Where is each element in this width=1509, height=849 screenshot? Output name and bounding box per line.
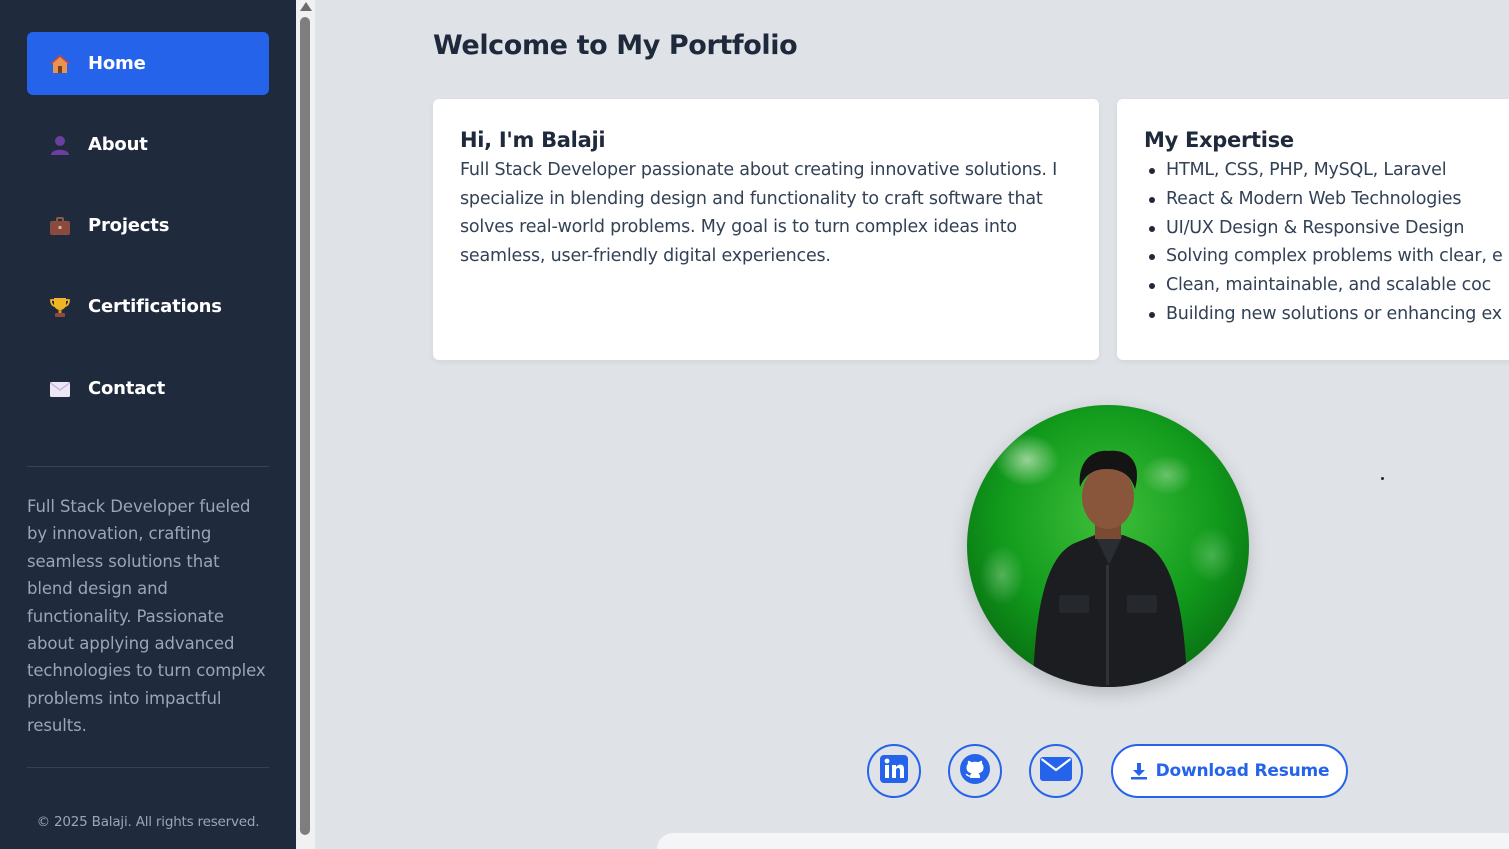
decorative-dot xyxy=(1381,477,1384,480)
download-resume-label: Download Resume xyxy=(1155,761,1330,781)
scrollbar[interactable] xyxy=(296,0,315,849)
email-button[interactable] xyxy=(1029,744,1083,798)
envelope-icon xyxy=(49,378,71,400)
list-item: Clean, maintainable, and scalable coc xyxy=(1144,271,1509,300)
list-item: UI/UX Design & Responsive Design xyxy=(1144,214,1509,243)
house-icon xyxy=(49,53,71,75)
list-item: HTML, CSS, PHP, MySQL, Laravel xyxy=(1144,156,1509,185)
page-title: Welcome to My Portfolio xyxy=(433,30,798,61)
sidebar-item-contact[interactable]: Contact xyxy=(27,357,269,420)
person-icon xyxy=(49,134,71,156)
intro-heading: Hi, I'm Balaji xyxy=(460,128,606,152)
scroll-up-arrow-icon[interactable] xyxy=(300,2,312,11)
linkedin-icon xyxy=(879,754,909,788)
sidebar: Home About Projects Certifications Conta… xyxy=(0,0,296,849)
next-section-panel xyxy=(657,833,1509,849)
sidebar-item-projects[interactable]: Projects xyxy=(27,194,269,257)
sidebar-item-certifications[interactable]: Certifications xyxy=(27,275,269,338)
list-item: Building new solutions or enhancing ex xyxy=(1144,300,1509,329)
list-item: React & Modern Web Technologies xyxy=(1144,185,1509,214)
sidebar-item-label: About xyxy=(88,134,148,155)
briefcase-icon xyxy=(49,215,71,237)
trophy-icon xyxy=(49,296,71,318)
download-icon xyxy=(1130,762,1148,780)
sidebar-item-label: Home xyxy=(88,53,146,74)
intro-card: Hi, I'm Balaji Full Stack Developer pass… xyxy=(433,99,1099,360)
sidebar-description: Full Stack Developer fueled by innovatio… xyxy=(27,497,266,736)
sidebar-item-label: Contact xyxy=(88,378,166,399)
download-resume-button[interactable]: Download Resume xyxy=(1111,744,1348,798)
copyright-text: © 2025 Balaji. All rights reserved. xyxy=(36,814,260,830)
list-item: Solving complex problems with clear, e xyxy=(1144,242,1509,271)
expertise-card: My Expertise HTML, CSS, PHP, MySQL, Lara… xyxy=(1117,99,1509,360)
sidebar-item-label: Certifications xyxy=(88,296,222,317)
github-button[interactable] xyxy=(948,744,1002,798)
intro-body: Full Stack Developer passionate about cr… xyxy=(460,160,1058,266)
github-icon xyxy=(959,753,991,789)
sidebar-item-label: Projects xyxy=(88,215,170,236)
mail-icon xyxy=(1040,757,1072,785)
expertise-heading: My Expertise xyxy=(1144,128,1294,152)
linkedin-button[interactable] xyxy=(867,744,921,798)
sidebar-divider xyxy=(27,466,269,467)
profile-photo xyxy=(967,405,1249,687)
sidebar-item-home[interactable]: Home xyxy=(27,32,269,95)
sidebar-item-about[interactable]: About xyxy=(27,113,269,176)
expertise-list: HTML, CSS, PHP, MySQL, Laravel React & M… xyxy=(1144,156,1509,329)
sidebar-divider xyxy=(27,767,269,768)
scrollbar-thumb[interactable] xyxy=(300,17,310,835)
